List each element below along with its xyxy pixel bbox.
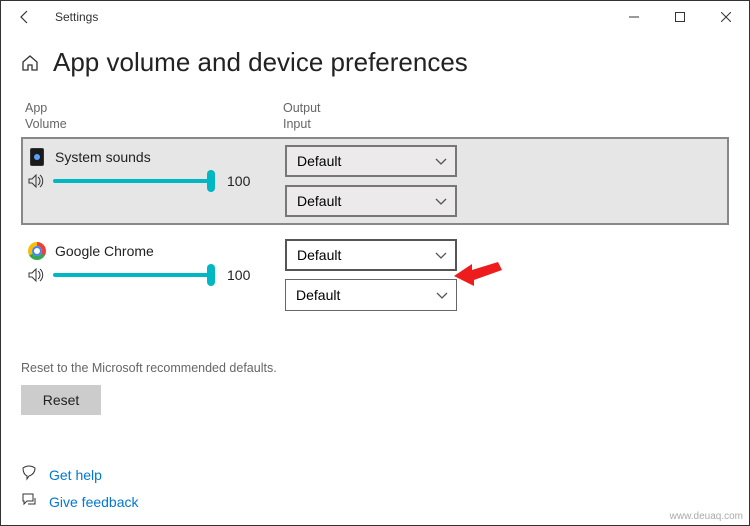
volume-icon[interactable]	[27, 268, 47, 282]
chevron-down-icon	[435, 153, 447, 169]
window-title: Settings	[41, 10, 98, 24]
chrome-icon	[27, 241, 47, 261]
maximize-button[interactable]	[657, 1, 703, 33]
app-row-system-sounds[interactable]: System sounds 100 Default Default	[21, 137, 729, 225]
watermark: www.deuaq.com	[670, 511, 743, 522]
input-value: Default	[296, 287, 340, 303]
input-dropdown[interactable]: Default	[285, 279, 457, 311]
reset-button[interactable]: Reset	[21, 385, 101, 415]
output-dropdown[interactable]: Default	[285, 239, 457, 271]
window-controls	[611, 1, 749, 33]
input-value: Default	[297, 193, 341, 209]
volume-slider[interactable]	[53, 179, 211, 183]
output-value: Default	[297, 247, 341, 263]
chevron-down-icon	[436, 287, 448, 303]
give-feedback-link[interactable]: Give feedback	[21, 492, 139, 511]
page-header: App volume and device preferences	[21, 47, 729, 78]
home-icon[interactable]	[21, 54, 39, 72]
volume-value: 100	[217, 267, 250, 283]
volume-icon[interactable]	[27, 174, 47, 188]
input-dropdown[interactable]: Default	[285, 185, 457, 217]
app-row-google-chrome[interactable]: Google Chrome 100 Default Default	[21, 231, 729, 319]
volume-value: 100	[217, 173, 250, 189]
reset-hint: Reset to the Microsoft recommended defau…	[21, 361, 729, 375]
feedback-icon	[21, 492, 39, 511]
close-button[interactable]	[703, 1, 749, 33]
output-dropdown[interactable]: Default	[285, 145, 457, 177]
footer-links: Get help Give feedback	[21, 465, 139, 511]
col-input-label: Input	[283, 116, 729, 132]
app-name: Google Chrome	[55, 243, 154, 259]
app-name: System sounds	[55, 149, 151, 165]
output-value: Default	[297, 153, 341, 169]
chevron-down-icon	[435, 193, 447, 209]
col-app-label-1: App	[25, 100, 283, 116]
volume-slider[interactable]	[53, 273, 211, 277]
feedback-label: Give feedback	[49, 494, 139, 510]
content-area: App volume and device preferences App Vo…	[1, 33, 749, 415]
reset-section: Reset to the Microsoft recommended defau…	[21, 361, 729, 415]
slider-thumb[interactable]	[207, 264, 215, 286]
column-headers: App Volume Output Input	[21, 100, 729, 133]
slider-thumb[interactable]	[207, 170, 215, 192]
get-help-link[interactable]: Get help	[21, 465, 139, 484]
system-sounds-icon	[27, 147, 47, 167]
back-button[interactable]	[9, 1, 41, 33]
titlebar: Settings	[1, 1, 749, 33]
page-title: App volume and device preferences	[53, 47, 468, 78]
col-output-label: Output	[283, 100, 729, 116]
help-label: Get help	[49, 467, 102, 483]
help-icon	[21, 465, 39, 484]
col-app-label-2: Volume	[25, 116, 283, 132]
chevron-down-icon	[435, 247, 447, 263]
minimize-button[interactable]	[611, 1, 657, 33]
